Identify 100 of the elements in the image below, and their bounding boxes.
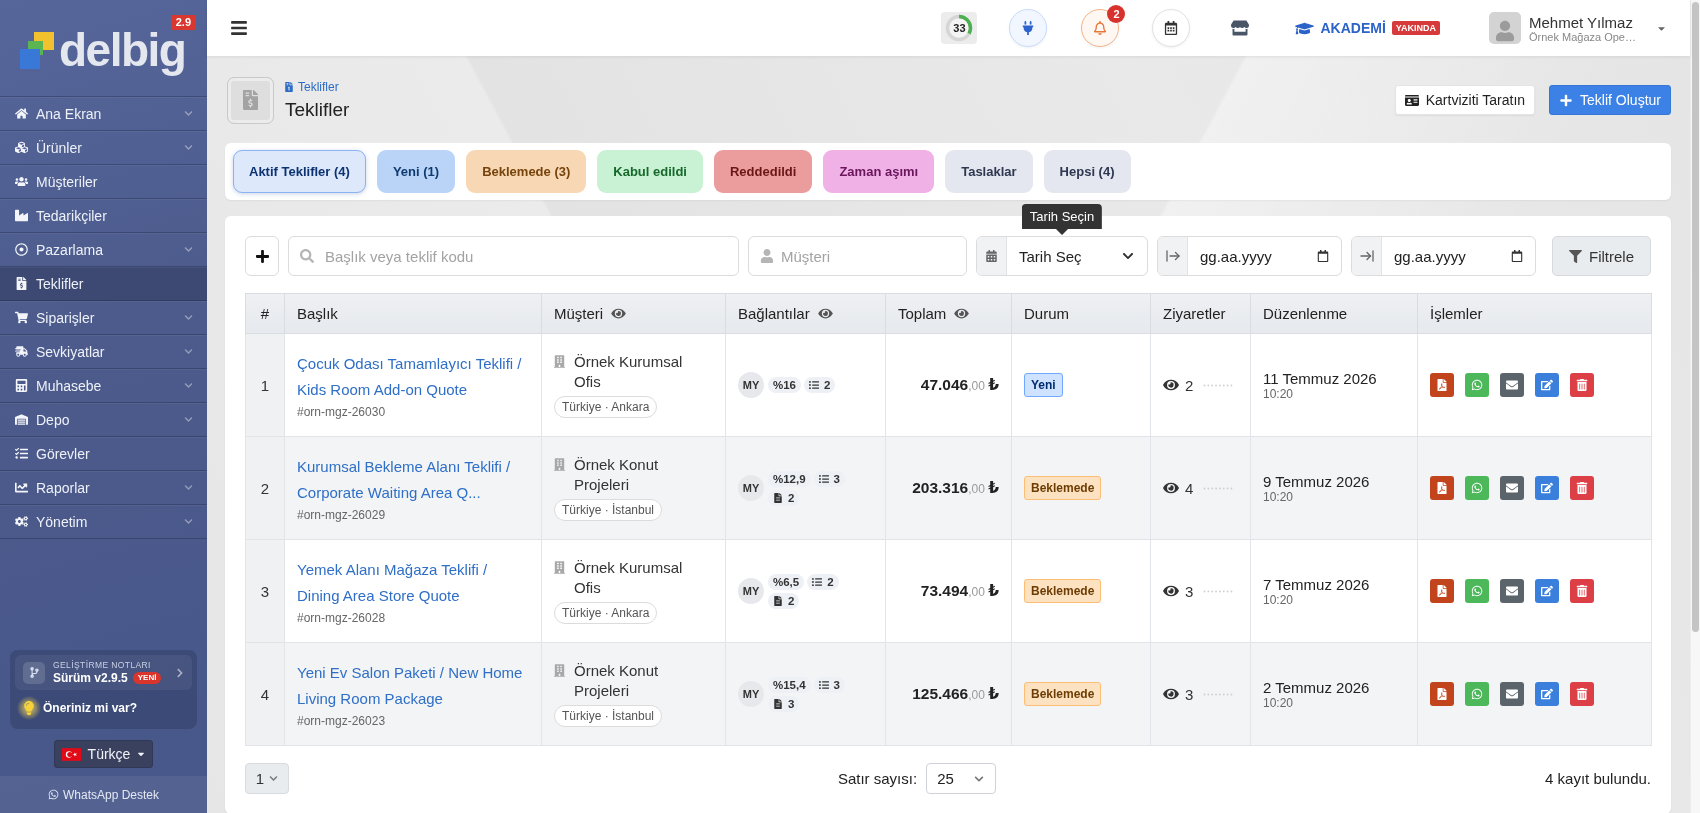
quote-title-link[interactable]: Çocuk Odası Tamamlayıcı Teklifi / Kids Room Add-on Quote: [297, 351, 529, 403]
date-range-select[interactable]: Tarih Seç: [976, 236, 1148, 276]
status-badge: Beklemede: [1024, 579, 1102, 603]
scrollbar-track[interactable]: [1690, 0, 1700, 813]
location-tag: Türkiye · Ankara: [554, 396, 658, 418]
progress-indicator[interactable]: 33: [941, 12, 978, 44]
status-badge: Yeni: [1024, 373, 1063, 397]
scan-card-button[interactable]: Kartviziti Taratın: [1394, 85, 1536, 115]
status-badge: Beklemede: [1024, 682, 1102, 706]
invoice-icon: [285, 81, 293, 92]
pdf-button[interactable]: [1430, 682, 1454, 706]
user-menu[interactable]: Mehmet Yılmaz Örnek Mağaza Ope…: [1489, 12, 1666, 44]
notifications-button[interactable]: [1081, 9, 1120, 47]
search-field[interactable]: Başlık veya teklif kodu: [288, 236, 739, 276]
calendar-button[interactable]: [1152, 9, 1191, 47]
status-tab[interactable]: Hepsi (4): [1043, 150, 1131, 193]
quote-title-link[interactable]: Yeni Ev Salon Paketi / New Home Living Room Package: [297, 660, 529, 712]
sidebar-item[interactable]: Yönetim: [0, 505, 207, 539]
add-button[interactable]: [245, 236, 279, 276]
warehouse-icon: [14, 413, 28, 426]
quote-title-link[interactable]: Kurumsal Bekleme Alanı Teklifi / Corporate Waiting Area Q...: [297, 454, 529, 506]
sidebar-item[interactable]: Müşteriler: [0, 165, 207, 199]
status-tab[interactable]: Reddedildi: [713, 150, 813, 193]
menu-icon: [231, 19, 247, 37]
search-icon: [300, 249, 314, 263]
initials-avatar: MY: [738, 372, 764, 398]
scrollbar-thumb[interactable]: [1692, 2, 1699, 632]
email-button[interactable]: [1500, 579, 1524, 603]
pdf-button[interactable]: [1430, 579, 1454, 603]
sidebar-item[interactable]: Teklifler: [0, 267, 207, 301]
menu-button[interactable]: [231, 19, 247, 37]
rows-per-page-select[interactable]: 25: [926, 763, 997, 794]
sidebar-item[interactable]: Raporlar: [0, 471, 207, 505]
pdf-button[interactable]: [1430, 476, 1454, 500]
edit-button[interactable]: [1535, 373, 1559, 397]
language-select[interactable]: Türkçe: [54, 740, 153, 768]
email-button[interactable]: [1500, 682, 1524, 706]
item-count: 2: [824, 379, 831, 391]
trash-icon: [1576, 585, 1588, 597]
whatsapp-icon: [1471, 482, 1483, 494]
edit-button[interactable]: [1535, 476, 1559, 500]
delete-button[interactable]: [1570, 476, 1594, 500]
sidebar-item[interactable]: Ana Ekran: [0, 97, 207, 131]
sidebar-item[interactable]: Muhasebe: [0, 369, 207, 403]
store-button[interactable]: [1231, 20, 1250, 36]
progress-value: 33: [953, 22, 966, 34]
sidebar-item[interactable]: Siparişler: [0, 301, 207, 335]
row-number-cell: 2: [245, 436, 285, 540]
status-tab[interactable]: Taslaklar: [945, 150, 1033, 193]
eye-icon[interactable]: [954, 307, 970, 320]
total-amount: 47.046,00 ₺: [920, 379, 999, 393]
total-amount: 73.494,00 ₺: [920, 585, 999, 599]
sidebar-item[interactable]: Tedarikçiler: [0, 199, 207, 233]
filter-button[interactable]: Filtrele: [1552, 236, 1651, 276]
edit-button[interactable]: [1535, 682, 1559, 706]
sidebar-item[interactable]: Sevkiyatlar: [0, 335, 207, 369]
total-amount: 125.466,00 ₺: [912, 688, 999, 702]
delete-button[interactable]: [1570, 579, 1594, 603]
id-card-icon: [1404, 93, 1419, 107]
edit-button[interactable]: [1535, 579, 1559, 603]
building-icon: [554, 664, 565, 677]
user-icon: [760, 249, 774, 263]
status-tab[interactable]: Kabul edildi: [597, 150, 703, 193]
chart-icon: [14, 481, 28, 494]
status-tab[interactable]: Aktif Teklifler (4): [233, 150, 366, 193]
chevron-right-icon: [176, 667, 184, 678]
delete-button[interactable]: [1570, 682, 1594, 706]
envelope-icon: [1506, 482, 1518, 494]
email-button[interactable]: [1500, 476, 1524, 500]
sidebar-item[interactable]: Ürünler: [0, 131, 207, 165]
eye-icon[interactable]: [817, 307, 833, 320]
trash-icon: [1576, 482, 1588, 494]
eye-icon: [1163, 378, 1179, 392]
visit-count: 2: [1185, 376, 1194, 394]
page-select[interactable]: 1: [245, 763, 289, 794]
academy-link[interactable]: AKADEMİ YAKINDA: [1295, 20, 1440, 36]
feedback-link[interactable]: Öneriniz mi var?: [15, 694, 192, 724]
status-tab[interactable]: Zaman aşımı: [823, 150, 935, 193]
quote-title-link[interactable]: Yemek Alanı Mağaza Teklifi / Dining Area Store Quote: [297, 557, 529, 609]
pdf-button[interactable]: [1430, 373, 1454, 397]
building-icon: [554, 355, 565, 368]
connection-button[interactable]: [1009, 9, 1048, 47]
file-icon: [773, 595, 783, 606]
delete-button[interactable]: [1570, 373, 1594, 397]
quote-code: #orn-mgz-26029: [297, 508, 387, 522]
whatsapp-support-link[interactable]: WhatsApp Destek: [47, 787, 159, 802]
item-count: 3: [833, 472, 840, 485]
status-tab[interactable]: Yeni (1): [376, 150, 456, 193]
release-notes-link[interactable]: GELİŞTİRME NOTLARI Sürüm v2.9.5 YENİ: [15, 655, 192, 690]
breadcrumb-link[interactable]: Teklifler: [285, 79, 350, 94]
create-quote-button[interactable]: Teklif Oluştur: [1549, 85, 1671, 115]
page-title: Teklifler: [285, 98, 350, 121]
eye-icon[interactable]: [611, 307, 627, 320]
status-tab[interactable]: Beklemede (3): [466, 150, 587, 193]
sidebar-item[interactable]: Depo: [0, 403, 207, 437]
discount-tag: %12,9: [768, 470, 811, 487]
sidebar-item[interactable]: Görevler: [0, 437, 207, 471]
column-header: Düzenlenme: [1263, 305, 1348, 322]
customer-field[interactable]: Müşteri: [748, 236, 967, 276]
email-button[interactable]: [1500, 373, 1524, 397]
